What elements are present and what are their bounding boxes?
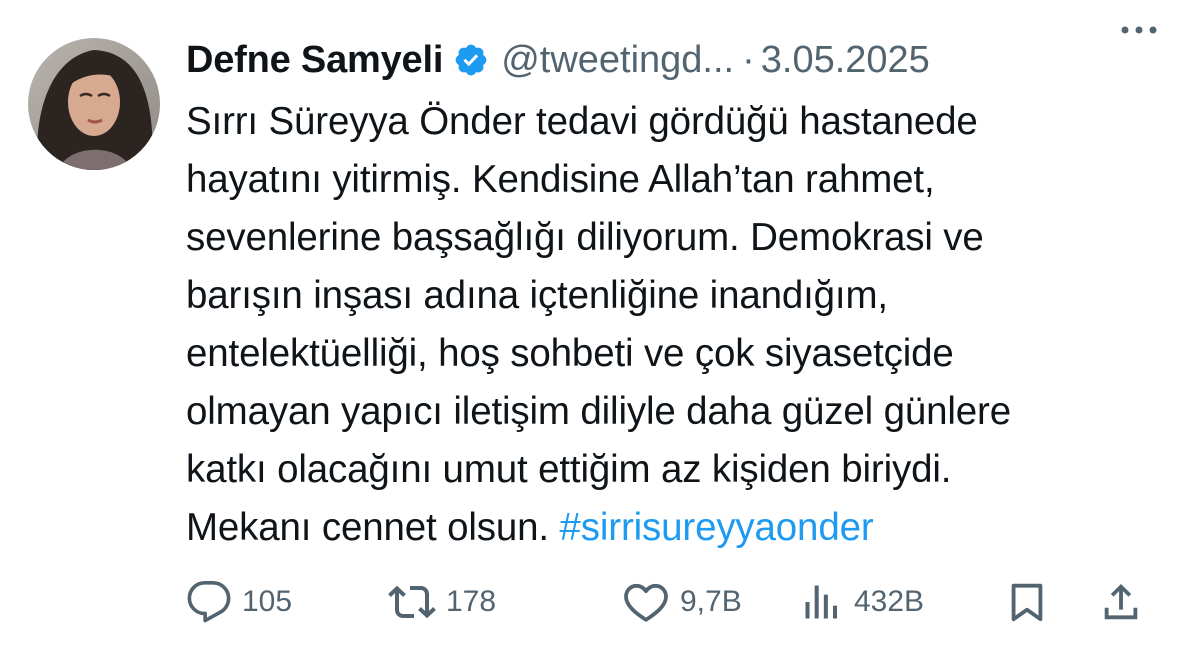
views-button[interactable]: 432B (800, 572, 924, 632)
more-dots-icon[interactable] (1115, 10, 1163, 50)
share-button[interactable] (1098, 572, 1144, 632)
reply-icon (187, 581, 231, 623)
tweet-card[interactable]: Defne Samyeli @tweetingd... · 3.05.2025 … (0, 0, 1179, 659)
tweet-date[interactable]: 3.05.2025 (761, 39, 930, 82)
bookmark-button[interactable] (1004, 572, 1050, 632)
like-button[interactable]: 9,7B (622, 572, 742, 632)
views-bar-icon (805, 585, 838, 619)
like-count: 9,7B (680, 585, 742, 618)
reply-button[interactable]: 105 (186, 572, 292, 632)
hashtag-link[interactable]: #sirrisureyyaonder (560, 506, 874, 549)
separator-dot: · (742, 38, 755, 81)
repost-button[interactable]: 178 (388, 572, 496, 632)
tweet-header: Defne Samyeli @tweetingd... · 3.05.2025 (186, 30, 1166, 90)
avatar[interactable] (28, 38, 160, 170)
user-handle[interactable]: @tweetingd... (501, 39, 734, 82)
avatar-photo (28, 38, 160, 170)
verified-badge-icon (455, 44, 487, 76)
tweet-text-body: Sırrı Süreyya Önder tedavi gördüğü hasta… (186, 100, 1011, 549)
bookmark-icon (1011, 583, 1043, 622)
views-count: 432B (854, 585, 925, 618)
action-bar: 105 178 9,7B 432B (186, 572, 1156, 632)
share-icon (1104, 583, 1138, 620)
repost-icon (388, 585, 436, 619)
display-name[interactable]: Defne Samyeli (186, 39, 443, 82)
reply-count: 105 (242, 585, 293, 618)
repost-count: 178 (446, 585, 497, 618)
heart-icon (624, 583, 668, 622)
tweet-text: Sırrı Süreyya Önder tedavi gördüğü hasta… (186, 93, 1171, 557)
